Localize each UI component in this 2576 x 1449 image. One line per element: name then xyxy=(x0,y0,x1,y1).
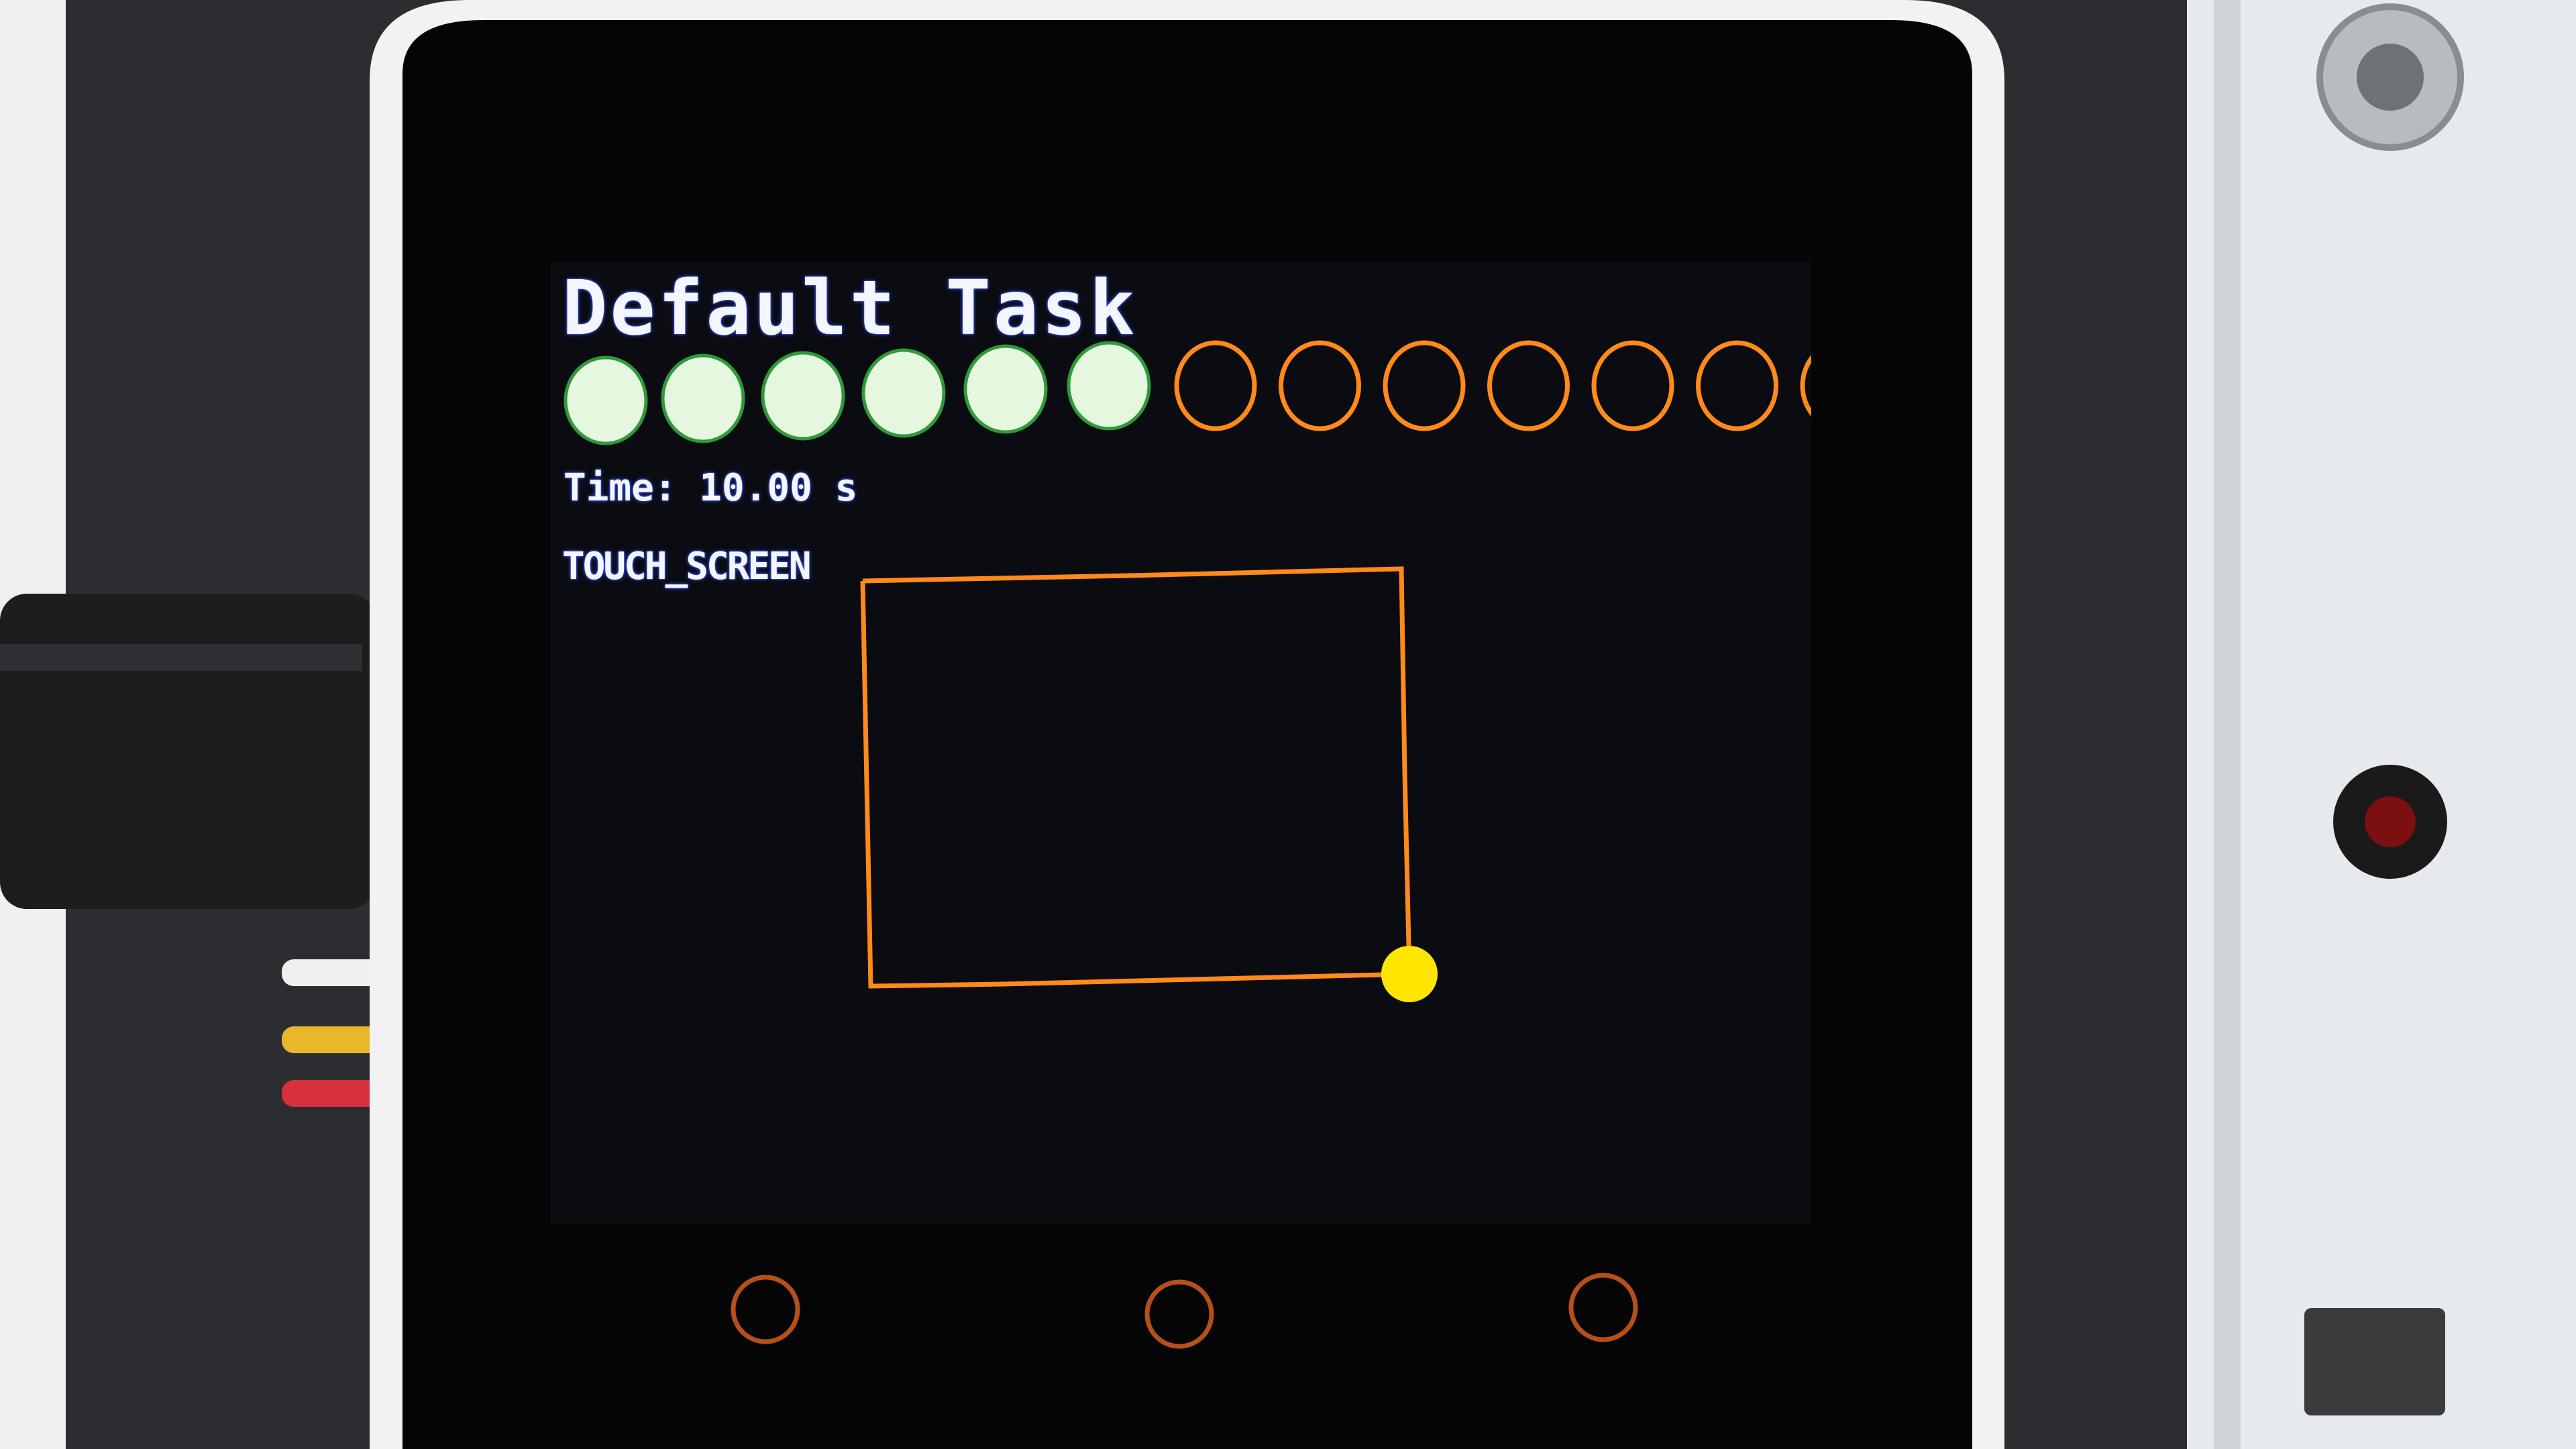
usb-cable xyxy=(0,594,376,909)
led-red xyxy=(2365,796,2416,847)
progress-dot-complete xyxy=(661,354,745,443)
progress-dot-complete xyxy=(1067,341,1151,431)
side-panel-edge xyxy=(2214,0,2241,1449)
progress-dot-complete xyxy=(861,348,946,438)
task-title: Default Task xyxy=(562,265,1138,352)
progress-dot-complete xyxy=(963,344,1048,434)
port xyxy=(2304,1308,2445,1415)
time-readout: Time: 10.00 s xyxy=(564,466,858,510)
touch-screen-label: TOUCH_SCREEN xyxy=(562,545,812,588)
side-panel xyxy=(2187,0,2576,1449)
screw-socket xyxy=(2357,44,2424,111)
touch-cursor xyxy=(1381,946,1438,1002)
progress-dot-complete xyxy=(564,356,648,445)
progress-dot-complete xyxy=(761,351,845,441)
device-photo xyxy=(0,0,2576,1449)
cable-highlight xyxy=(0,644,362,671)
